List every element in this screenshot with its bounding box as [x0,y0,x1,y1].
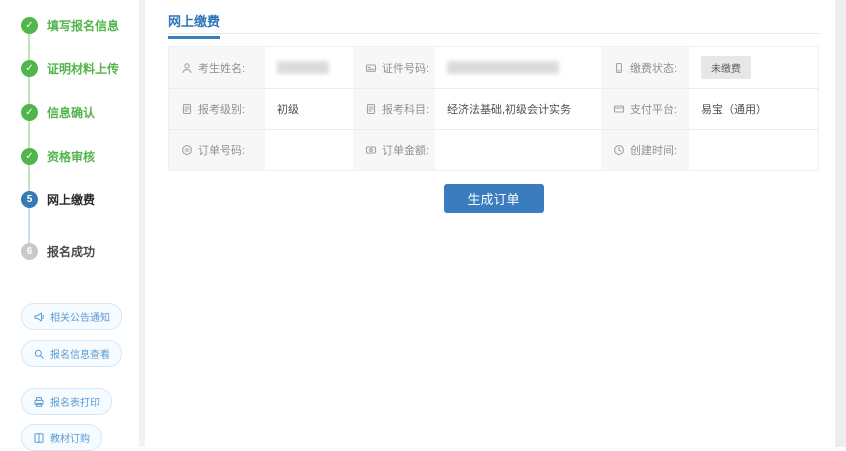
book-icon [34,432,44,443]
step-confirm-info[interactable]: 信息确认 [21,104,95,121]
link-label: 教材订购 [50,434,90,445]
step-online-payment[interactable]: 5 网上缴费 [21,191,95,208]
id-number-label: 证件号码: [353,47,435,88]
step-qualification-review[interactable]: 资格审核 [21,148,95,165]
card-icon [613,105,625,113]
clock-icon [614,145,624,155]
link-label: 相关公告通知 [50,313,110,324]
step-label: 资格审核 [47,150,96,164]
step-label: 证明材料上传 [47,62,120,76]
check-icon [21,148,38,165]
step-label: 信息确认 [47,106,96,120]
candidate-name-value [265,47,353,88]
user-icon [182,62,192,73]
candidate-name-label: 考生姓名: [169,47,265,88]
megaphone-icon [34,312,44,321]
exam-subjects-label: 报考科目: [353,89,435,129]
exam-level-value: 初级 [265,89,353,129]
document-icon [366,103,376,115]
button-row: 生成订单 [168,184,819,213]
table-row: 考生姓名: 证件号码: 缴费状态: 未缴费 [169,47,818,88]
exam-level-label: 报考级别: [169,89,265,129]
step-label: 网上缴费 [47,193,96,207]
generate-order-button[interactable]: 生成订单 [443,184,544,213]
order-number-label: 订单号码: [169,130,265,170]
order-number-value [265,130,353,170]
exam-subjects-value: 经济法基础,初级会计实务 [435,89,601,129]
payment-status-label: 缴费状态: [601,47,689,88]
step-registration-success[interactable]: 6 报名成功 [21,243,95,260]
link-registration-info-view[interactable]: 报名信息查看 [21,340,122,367]
document-icon [182,103,192,115]
link-print-registration-form[interactable]: 报名表打印 [21,388,112,415]
step-upload-materials[interactable]: 证明材料上传 [21,60,119,77]
id-card-icon [365,63,377,72]
header-divider [168,33,820,34]
payment-info-table: 考生姓名: 证件号码: 缴费状态: 未缴费 报考级别: 初级 报考科目: 经济法… [168,46,819,171]
order-icon [182,145,192,155]
table-row: 报考级别: 初级 报考科目: 经济法基础,初级会计实务 支付平台: 易宝（通用） [169,88,818,129]
payment-status-value: 未缴费 [689,47,818,88]
check-icon [21,104,38,121]
link-label: 报名表打印 [50,398,100,409]
id-number-value [435,47,601,88]
redacted-value [447,61,559,74]
create-time-value [689,130,818,170]
check-icon [21,60,38,77]
payment-platform-label: 支付平台: [601,89,689,129]
redacted-value [277,61,329,74]
step-number: 6 [21,243,38,260]
printer-icon [34,396,44,407]
step-label: 报名成功 [47,245,96,259]
status-badge: 未缴费 [701,56,751,79]
step-connector-next [28,208,30,244]
link-announcements[interactable]: 相关公告通知 [21,303,122,330]
order-amount-value [435,130,601,170]
link-label: 报名信息查看 [50,350,110,361]
step-fill-info[interactable]: 填写报名信息 [21,17,119,34]
payment-panel: 网上缴费 考生姓名: 证件号码: 缴费状态: 未缴费 报考级别: 初级 报考科目… [145,0,835,447]
payment-platform-value: 易宝（通用） [689,89,818,129]
search-icon [34,349,44,359]
money-icon [365,146,377,154]
create-time-label: 创建时间: [601,130,689,170]
phone-icon [616,62,622,73]
order-amount-label: 订单金额: [353,130,435,170]
step-number: 5 [21,191,38,208]
scrollbar-track[interactable] [835,0,846,447]
check-icon [21,17,38,34]
table-row: 订单号码: 订单金额: 创建时间: [169,129,818,170]
step-label: 填写报名信息 [47,19,120,33]
tab-online-payment[interactable]: 网上缴费 [168,11,221,39]
step-sidebar: 填写报名信息 证明材料上传 信息确认 资格审核 5 网上缴费 6 报名成功 相关… [0,0,138,451]
